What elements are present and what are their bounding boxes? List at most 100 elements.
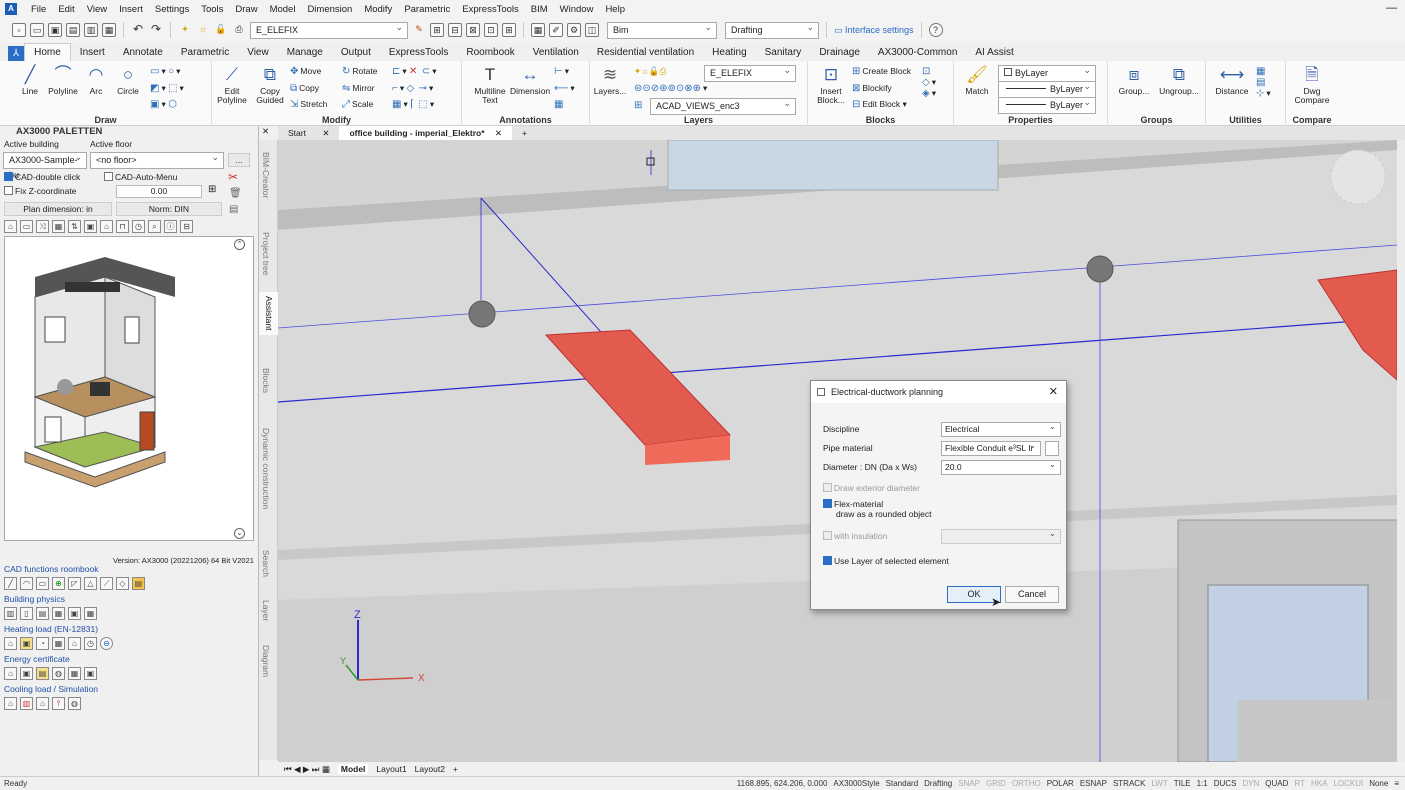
floor-more-button[interactable]: ... [228,153,250,167]
clock-icon[interactable]: ◷ [132,220,145,233]
status-drafting[interactable]: Drafting [921,779,955,788]
vtab-project-tree[interactable]: Project tree [261,232,271,275]
room-add-icon[interactable]: ⊕ [52,577,65,590]
line-edit-icon[interactable]: ⟋ [100,577,113,590]
layer-combo[interactable]: E_ELEFIX [250,20,408,39]
cool1-icon[interactable]: ⌂ [4,697,17,710]
cool5-icon[interactable]: ◍ [68,697,81,710]
status-ducs[interactable]: DUCS [1211,779,1240,788]
diameter-select[interactable]: 20.0 [941,460,1061,475]
wall-icon[interactable]: ▭ [20,220,33,233]
tab-expresstools[interactable]: ExpressTools [380,44,457,61]
layer-sun-icon[interactable]: ☼ [196,23,210,37]
house-icon[interactable]: ⌂ [100,220,113,233]
info-icon[interactable]: ⓘ [164,220,177,233]
tool-grid-icon[interactable]: ▦ [531,23,545,37]
status-scale[interactable]: 1:1 [1194,779,1211,788]
arc-button[interactable]: ◠ Arc [82,65,110,96]
print-icon[interactable]: ▦ [102,23,116,37]
close-icon[interactable]: ✕ [322,128,329,138]
tab-home[interactable]: Home [24,43,71,61]
status-menu-icon[interactable]: ≡ [1391,779,1405,788]
multiline-text-button[interactable]: T Multiline Text [472,65,508,105]
scale-button[interactable]: ⤢ Scale [342,99,373,110]
zoom-icon[interactable]: ⌕ [148,220,161,233]
energy4-icon[interactable]: ◍ [52,667,65,680]
leader-icon[interactable]: ⊢ ▾ [554,66,569,77]
layer-dropdown[interactable]: E_ELEFIX [704,63,796,82]
layer-tool2-icon[interactable]: ⊞ [430,23,444,37]
energy6-icon[interactable]: ▣ [84,667,97,680]
blockify-button[interactable]: ⊠ Blockify [852,83,892,94]
status-polar[interactable]: POLAR [1044,779,1077,788]
layer-tool-icon[interactable]: ✎ [412,23,426,37]
create-block-button[interactable]: ⊞ Create Block [852,66,911,77]
room-icon[interactable]: ◸ [68,577,81,590]
minimize-icon[interactable]: — [1386,2,1397,14]
heat2-icon[interactable]: ▣ [20,637,33,650]
trim-icon[interactable]: ⊏ ▾ ✕ ⊂ ▾ [392,66,436,77]
physics1-icon[interactable]: ▥ [4,607,17,620]
tab-parametric[interactable]: Parametric [172,44,238,61]
match-button[interactable]: 🖌 Match [960,65,994,96]
gear-icon[interactable]: ⚙ [567,23,581,37]
tab-insert[interactable]: Insert [71,44,114,61]
menu-parametric[interactable]: Parametric [398,4,456,15]
norm-button[interactable]: Norm: DIN [116,202,222,216]
tab-ai-assist[interactable]: AI Assist [966,44,1022,61]
layer-print-icon[interactable]: ⎙ [232,23,246,37]
polyline-button[interactable]: ⌒ Polyline [46,65,80,96]
z-coordinate-input[interactable]: 0.00 [116,185,202,198]
draw-exterior-checkbox[interactable]: Draw exterior diameter [823,483,920,493]
dialog-titlebar[interactable]: Electrical-ductwork planning ✕ [811,381,1066,403]
array-icon[interactable]: ▦ ▾ ⌈ ⬚ ▾ [392,99,434,110]
ungroup-button[interactable]: ⧉ Ungroup... [1156,65,1202,96]
tab-drainage[interactable]: Drainage [810,44,869,61]
building-icon[interactable]: ⌂ [4,220,17,233]
color-dropdown[interactable]: ByLayer [998,63,1096,82]
menu-bim[interactable]: BIM [525,4,554,15]
menu-help[interactable]: Help [599,4,631,15]
physics5-icon[interactable]: ▣ [68,607,81,620]
line-button[interactable]: ╱ Line [15,65,45,96]
print-preview-icon[interactable]: ▥ [84,23,98,37]
layers-button[interactable]: ≋ Layers... [592,65,628,96]
menu-insert[interactable]: Insert [113,4,149,15]
plan-dimension-button[interactable]: Plan dimension: in [4,202,112,216]
grid-icon[interactable]: ▦ [52,220,65,233]
vtab-blocks[interactable]: Blocks [261,368,271,393]
tab-manage[interactable]: Manage [278,44,332,61]
dialog-close-icon[interactable]: ✕ [1049,381,1058,403]
mirror-button[interactable]: ⇋ Mirror [342,83,375,94]
energy3-icon[interactable]: ▤ [36,667,49,680]
fix-z-checkbox[interactable]: Fix Z-coordinate [4,186,76,196]
region-icon[interactable]: ▣ ▾ ⬡ [150,99,179,110]
cad-double-click-checkbox[interactable]: CAD-double click [4,172,80,182]
status-none[interactable]: None [1366,779,1391,788]
tab-output[interactable]: Output [332,44,380,61]
pipe-icon[interactable]: ⤨ [36,220,49,233]
edit-block-button[interactable]: ⊟ Edit Block ▾ [852,99,907,110]
table-icon[interactable]: ▦ [554,99,565,110]
status-snap[interactable]: SNAP [955,779,983,788]
heat4-icon[interactable]: ▦ [52,637,65,650]
linetype-dropdown[interactable]: ByLayer [998,79,1096,98]
mark-icon[interactable]: ⟵ ▾ [554,83,575,94]
style-combo[interactable]: Drafting [725,20,819,39]
vtab-diagram[interactable]: Diagram [261,645,271,677]
new-tab-button[interactable]: + [512,128,537,138]
layer-bulb-icon[interactable]: ✦ [178,23,192,37]
physics4-icon[interactable]: ▦ [52,607,65,620]
cool2-icon[interactable]: ▥ [20,697,33,710]
menu-draw[interactable]: Draw [229,4,263,15]
furniture-icon[interactable]: ⊓ [116,220,129,233]
status-style[interactable]: AX3000Style [830,779,882,788]
fillet-icon[interactable]: ⌐ ▾ ◇ ⊸ ▾ [392,83,433,94]
insert-block-button[interactable]: ⊡ Insert Block... [814,65,848,105]
material-browse-button[interactable] [1045,441,1059,456]
utility-icons[interactable]: ▦ ▤ ⊹ ▾ [1256,66,1271,99]
status-esnap[interactable]: ESNAP [1077,779,1110,788]
vtab-bim-creator[interactable]: BIM-Creator [261,152,271,198]
tool-edit-icon[interactable]: ✐ [549,23,563,37]
discipline-select[interactable]: Electrical [941,422,1061,437]
